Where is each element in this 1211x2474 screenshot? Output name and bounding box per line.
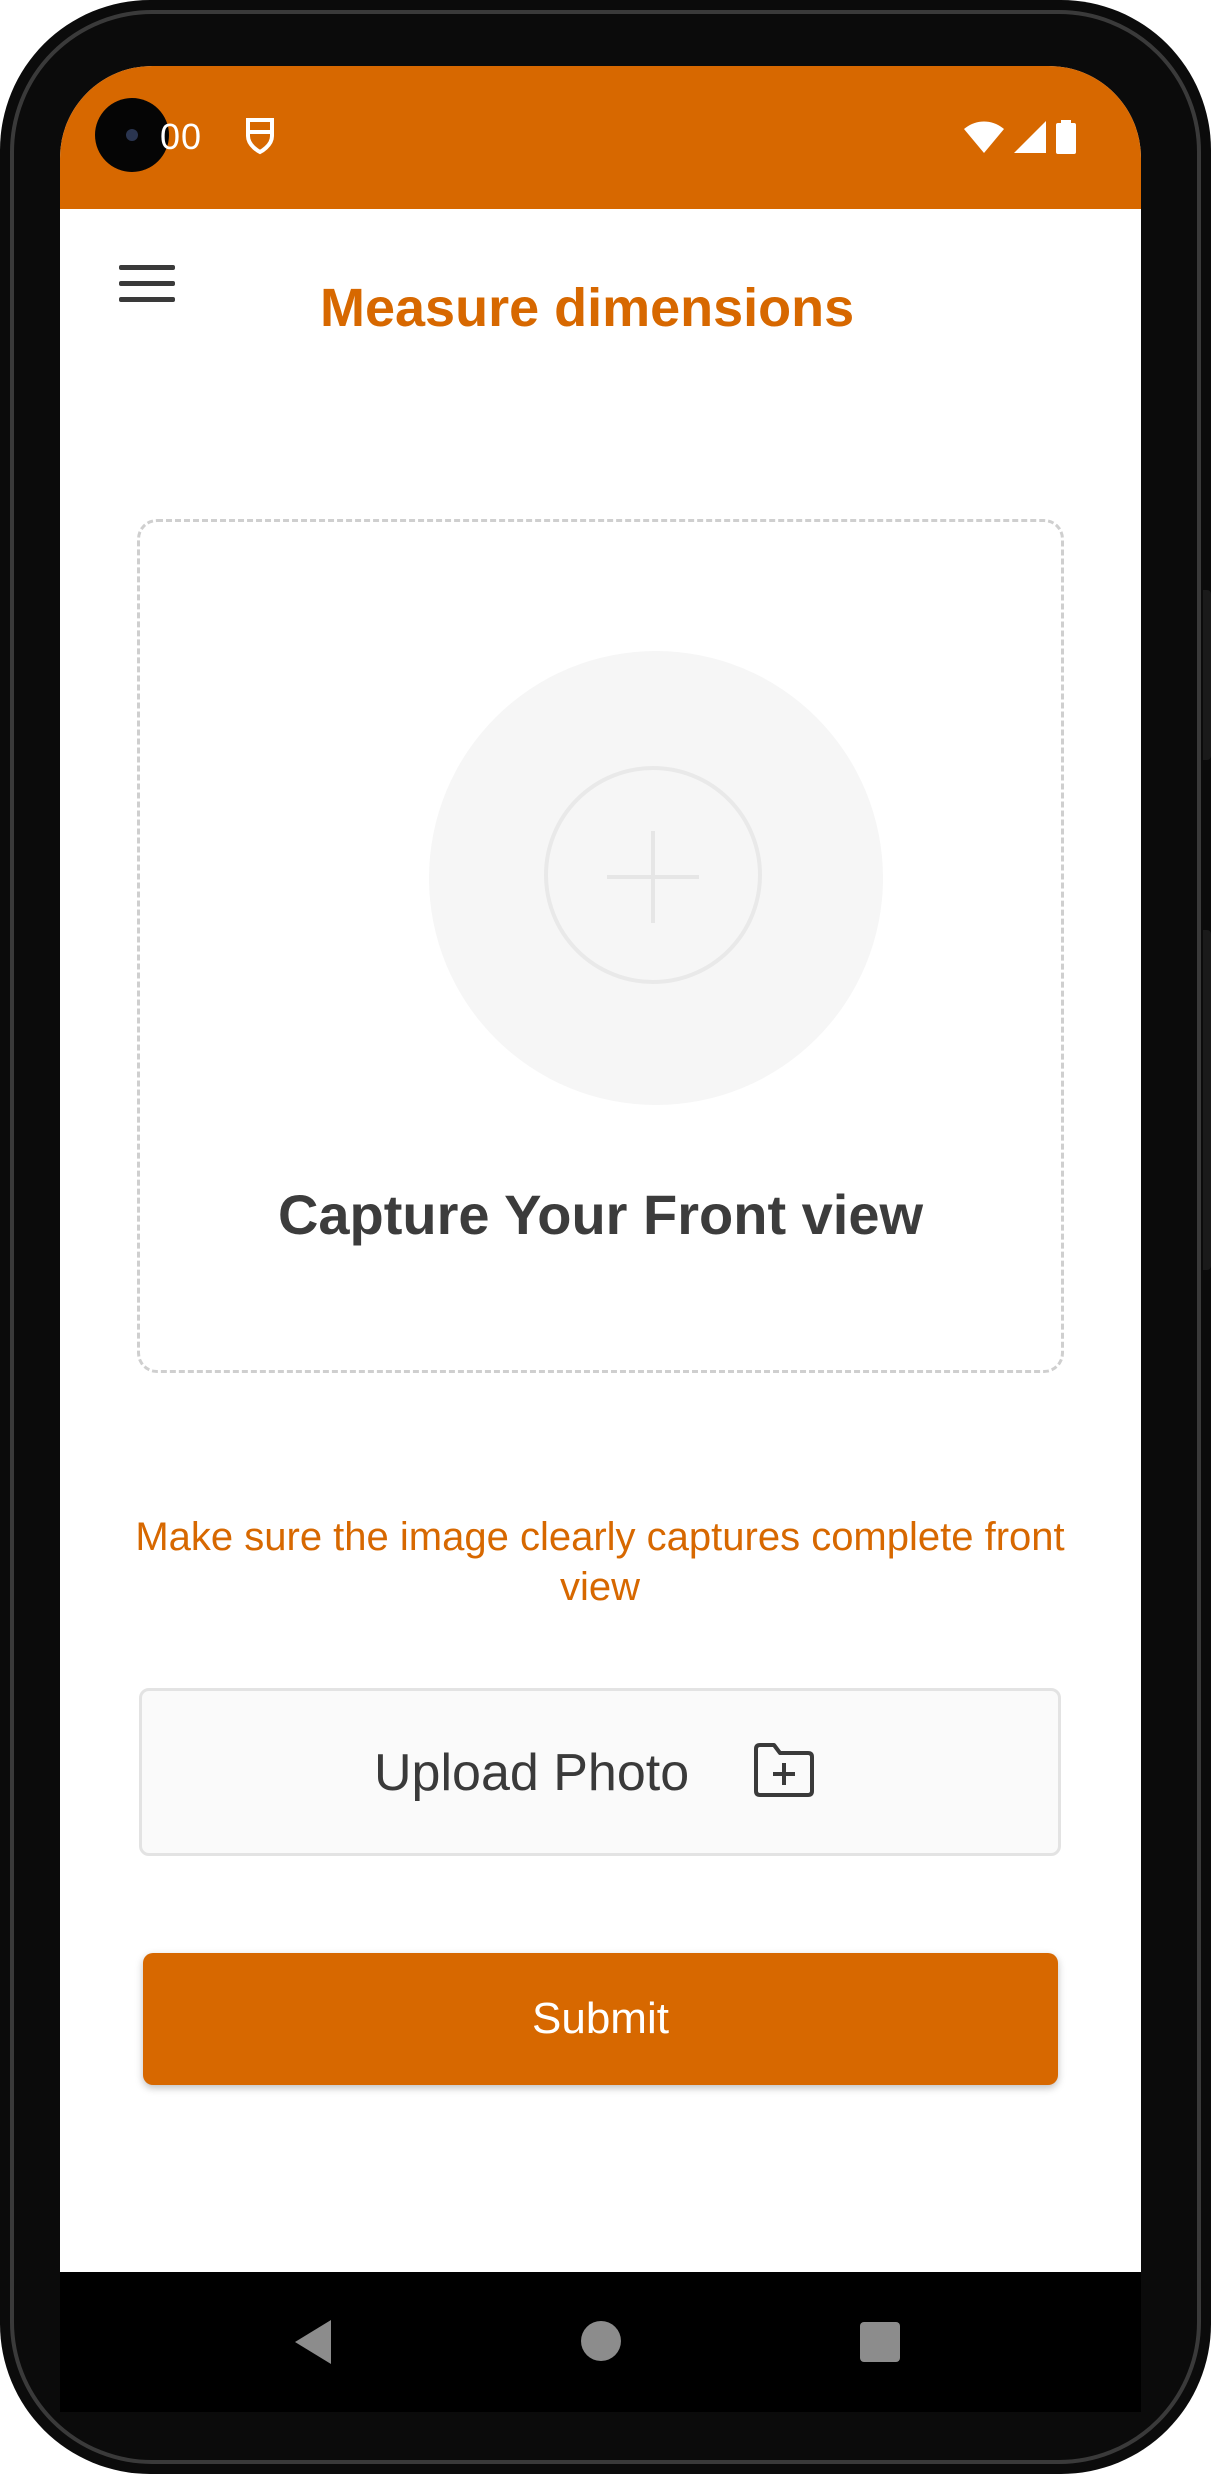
upload-photo-label: Upload Photo [374, 1744, 690, 1802]
wifi-icon [964, 121, 1004, 153]
capture-placeholder [429, 651, 883, 1105]
page-title: Measure dimensions [320, 278, 855, 338]
capture-label: Capture Your Front view [277, 1183, 924, 1246]
hamburger-menu-icon[interactable] [115, 259, 181, 309]
add-circle-icon [544, 766, 762, 984]
app-header: Measure dimensions [60, 209, 1141, 369]
status-time: 00 [160, 116, 203, 157]
status-bar: 00 [60, 66, 1141, 209]
submit-label: Submit [532, 1994, 669, 2043]
capture-front-view-area[interactable]: Capture Your Front view [137, 519, 1064, 1373]
upload-photo-button[interactable]: Upload Photo [139, 1688, 1061, 1856]
back-icon[interactable] [295, 2320, 331, 2364]
phone-frame: 00 Measure dimensions Capture Your Front… [0, 0, 1211, 2474]
capture-hint: Make sure the image clearly captures com… [135, 1515, 1065, 1609]
home-icon[interactable] [581, 2321, 621, 2361]
cellular-signal-icon [1014, 121, 1046, 153]
volume-button [1203, 590, 1211, 760]
screen: 00 Measure dimensions Capture Your Front… [60, 66, 1141, 2272]
submit-button[interactable]: Submit [143, 1953, 1058, 2085]
recents-icon[interactable] [860, 2322, 900, 2362]
folder-add-icon [754, 1743, 814, 1797]
system-navigation-bar [60, 2272, 1141, 2412]
shield-notification-icon [246, 118, 274, 155]
battery-icon [1056, 120, 1076, 154]
status-icons [964, 120, 1076, 154]
camera-lens [126, 129, 138, 141]
power-button [1203, 930, 1211, 1270]
front-camera [95, 98, 169, 172]
